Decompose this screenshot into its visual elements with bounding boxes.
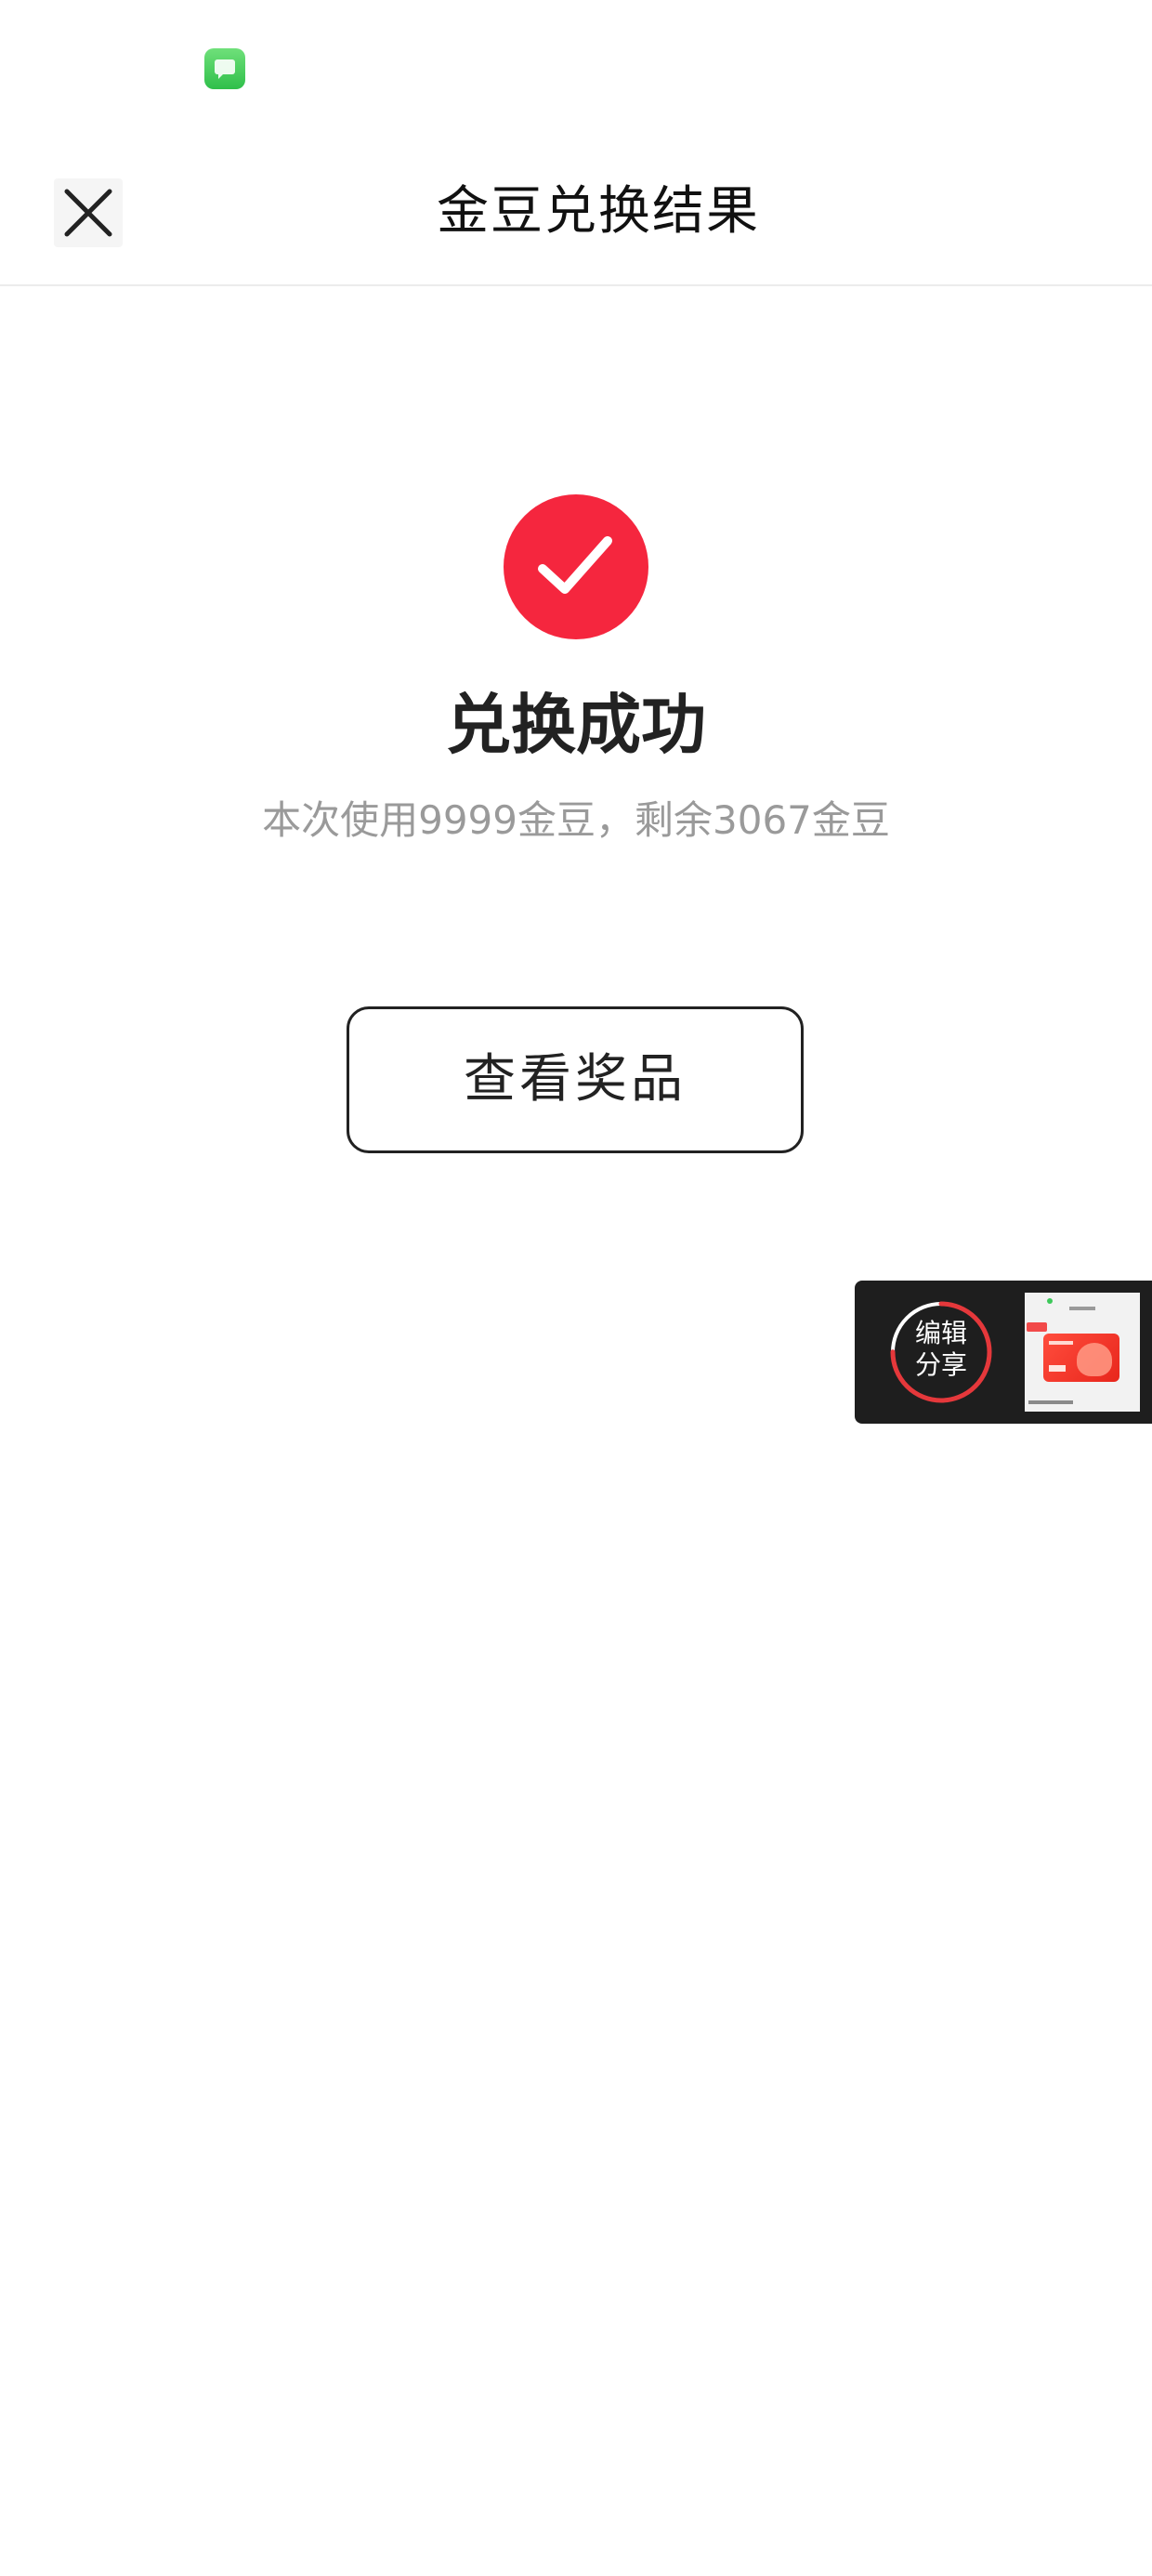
edit-share-float[interactable]: 编辑 分享 xyxy=(855,1281,1152,1424)
nav-bar: 金豆兑换结果 xyxy=(0,139,1152,286)
share-label-line2: 分享 xyxy=(914,1349,967,1380)
thumb-mascot xyxy=(1077,1343,1112,1376)
message-app-icon xyxy=(204,48,245,89)
view-prize-button[interactable]: 查看奖品 xyxy=(347,1006,804,1153)
page-title: 金豆兑换结果 xyxy=(437,181,760,242)
result-subtitle: 本次使用9999金豆，剩余3067金豆 xyxy=(262,797,890,843)
thumb-status-dot xyxy=(1047,1298,1053,1304)
share-label: 编辑 分享 xyxy=(887,1318,995,1381)
thumb-footer xyxy=(1028,1400,1073,1404)
thumb-tag xyxy=(1027,1322,1047,1332)
screenshot-thumbnail[interactable] xyxy=(1025,1293,1140,1412)
status-bar xyxy=(0,0,1152,139)
share-label-line1: 编辑 xyxy=(914,1318,967,1348)
check-circle-icon xyxy=(504,494,648,639)
thumb-title xyxy=(1025,1306,1140,1311)
result-title: 兑换成功 xyxy=(446,687,706,763)
